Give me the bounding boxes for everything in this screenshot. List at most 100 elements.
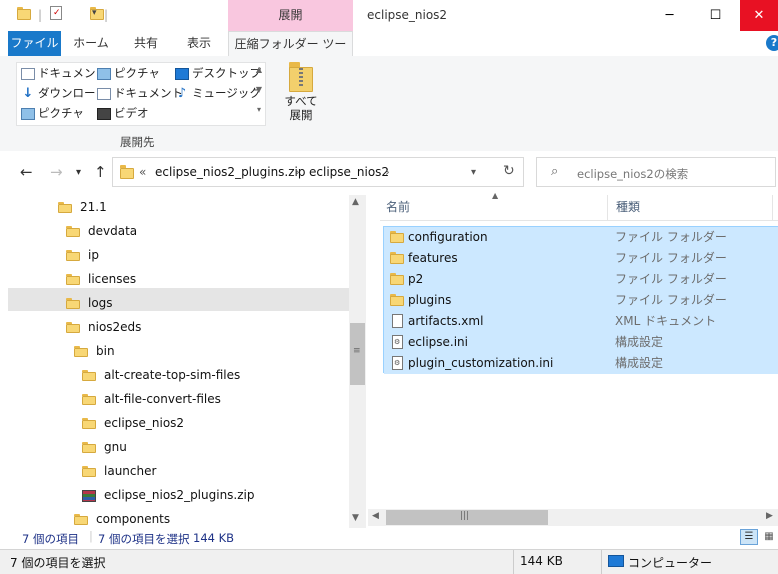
gallery-item-documents[interactable]: ドキュメント (21, 64, 107, 82)
gallery-item-documents-2[interactable]: ドキュメント (97, 84, 183, 102)
address-dropdown-icon[interactable]: ▾ (471, 167, 476, 178)
tree-item[interactable]: devdata (66, 220, 137, 242)
tree-item[interactable]: ip (66, 244, 99, 266)
tree-item-label: bin (96, 344, 115, 358)
up-icon[interactable]: ↑ (94, 163, 107, 181)
forward-icon[interactable]: → (50, 163, 63, 181)
separator (513, 550, 514, 574)
folder-icon (390, 273, 404, 285)
tree-item[interactable]: gnu (82, 436, 127, 458)
music-icon: ♪ (177, 85, 187, 101)
status-bottom-selected: 7 個の項目を選択 (10, 556, 106, 570)
breadcrumb-zip[interactable]: eclipse_nios2_plugins.zip (155, 165, 306, 179)
gallery-item-music[interactable]: ♪ ミュージック (175, 84, 261, 102)
file-row[interactable]: ⚙ eclipse.ini 構成設定 (384, 332, 778, 353)
tab-view[interactable]: 表示 (178, 31, 220, 56)
folder-icon (66, 321, 80, 334)
file-row[interactable]: p2 ファイル フォルダー (384, 269, 778, 290)
folder-icon (66, 297, 80, 310)
folder-icon (66, 273, 80, 286)
scroll-up-icon[interactable]: ▲ (352, 197, 359, 207)
tree-item[interactable]: alt-create-top-sim-files (82, 364, 240, 386)
tree-item-label: 21.1 (80, 200, 107, 214)
tree-item[interactable]: components (74, 508, 170, 530)
large-icons-view-icon[interactable]: ▦ (762, 529, 776, 545)
extract-destination-gallery: ドキュメント ピクチャ デスクトップ ↓ ダウンロード ドキュメント ♪ ミュージッ… (16, 62, 266, 126)
breadcrumb-overflow[interactable]: « (139, 165, 146, 179)
breadcrumb-eclipse-nios2[interactable]: eclipse_nios2 (309, 165, 389, 179)
breadcrumb-separator[interactable]: › (385, 165, 390, 179)
tree-item[interactable]: nios2eds (66, 316, 141, 338)
tree-item-label: licenses (88, 272, 137, 286)
gallery-item-downloads[interactable]: ↓ ダウンロード (21, 84, 107, 102)
tree-item[interactable]: eclipse_nios2_plugins.zip (82, 484, 255, 506)
refresh-icon[interactable]: ↻ (503, 163, 515, 179)
recent-locations-icon[interactable]: ▾ (76, 167, 81, 178)
tree-item[interactable]: licenses (66, 268, 136, 290)
customize-quick-access-icon[interactable]: ▾ (92, 8, 97, 18)
file-type: ファイル フォルダー (615, 251, 727, 265)
tab-home[interactable]: ホーム (70, 31, 112, 56)
file-name: artifacts.xml (408, 314, 484, 328)
file-row[interactable]: features ファイル フォルダー (384, 248, 778, 269)
folder-icon (58, 201, 72, 214)
folder-icon (66, 249, 80, 262)
address-bar[interactable]: « eclipse_nios2_plugins.zip › eclipse_ni… (112, 157, 524, 187)
ribbon-panel: ドキュメント ピクチャ デスクトップ ↓ ダウンロード ドキュメント ♪ ミュージッ… (0, 56, 778, 152)
gallery-item-pictures-2[interactable]: ピクチャ (21, 104, 84, 122)
maximize-button[interactable]: ☐ (693, 0, 738, 31)
file-type: 構成設定 (615, 335, 664, 349)
gallery-item-desktop[interactable]: デスクトップ (175, 64, 261, 82)
folder-icon (82, 465, 96, 478)
tab-share[interactable]: 共有 (126, 31, 166, 56)
details-view-icon[interactable]: ☰ (740, 529, 758, 545)
folder-icon (82, 417, 96, 430)
file-row[interactable]: configuration ファイル フォルダー (384, 227, 778, 248)
properties-icon[interactable]: ✓ (50, 6, 62, 20)
file-row[interactable]: ⚙ plugin_customization.ini 構成設定 (384, 353, 778, 374)
tree-item[interactable]: alt-file-convert-files (82, 388, 221, 410)
extract-all-button[interactable]: すべて 展開 (282, 62, 320, 132)
tree-item[interactable]: eclipse_nios2 (82, 412, 184, 434)
scroll-right-icon[interactable]: ▶ (766, 511, 773, 521)
gallery-expand-icon[interactable]: ▾ (253, 105, 265, 114)
file-name: plugin_customization.ini (408, 356, 554, 370)
settings-file-icon: ⚙ (392, 335, 403, 349)
tree-item-label: logs (88, 296, 113, 310)
scroll-left-icon[interactable]: ◀ (372, 511, 379, 521)
zip-folder-icon (289, 62, 313, 92)
search-box[interactable]: ⌕ eclipse_nios2の検索 (536, 157, 776, 187)
nav-scroll-thumb[interactable]: ≡ (350, 323, 365, 385)
tree-item[interactable]: 21.1 (58, 196, 107, 218)
gallery-item-videos[interactable]: ビデオ (97, 104, 149, 122)
tab-file[interactable]: ファイル (8, 31, 61, 56)
zip-archive-icon (82, 489, 96, 502)
back-icon[interactable]: ← (20, 163, 33, 181)
tree-item-label: eclipse_nios2 (104, 416, 185, 430)
column-header-type[interactable]: 種類 (616, 195, 773, 220)
file-row[interactable]: artifacts.xml XML ドキュメント (384, 311, 778, 332)
tree-item[interactable]: logs (66, 292, 113, 314)
pictures-icon (21, 107, 35, 120)
documents-icon (97, 87, 111, 100)
minimize-button[interactable]: ─ (647, 0, 692, 31)
folder-icon (74, 345, 88, 358)
folder-icon (82, 369, 96, 382)
tree-item[interactable]: launcher (82, 460, 156, 482)
scroll-down-icon[interactable]: ▼ (352, 513, 359, 523)
gallery-scroll-down-icon[interactable]: ▼ (253, 85, 265, 94)
tab-compressed-folder-tools[interactable]: 圧縮フォルダー ツール (228, 31, 353, 76)
tree-item[interactable]: bin (74, 340, 115, 362)
help-icon[interactable]: ? (766, 35, 778, 51)
column-headers: 名前 ▲ 種類 (380, 191, 778, 221)
file-row[interactable]: plugins ファイル フォルダー (384, 290, 778, 311)
breadcrumb-separator[interactable]: › (295, 165, 300, 179)
settings-file-icon: ⚙ (392, 356, 403, 370)
files-scroll-thumb[interactable]: ||| (386, 510, 548, 525)
close-button[interactable]: ✕ (740, 0, 778, 31)
tree-item-label: eclipse_nios2_plugins.zip (104, 488, 255, 502)
document-icon (392, 314, 403, 328)
search-placeholder[interactable]: eclipse_nios2の検索 (577, 166, 688, 182)
gallery-item-pictures[interactable]: ピクチャ (97, 64, 160, 82)
gallery-scroll-up-icon[interactable]: ▲ (253, 65, 265, 74)
